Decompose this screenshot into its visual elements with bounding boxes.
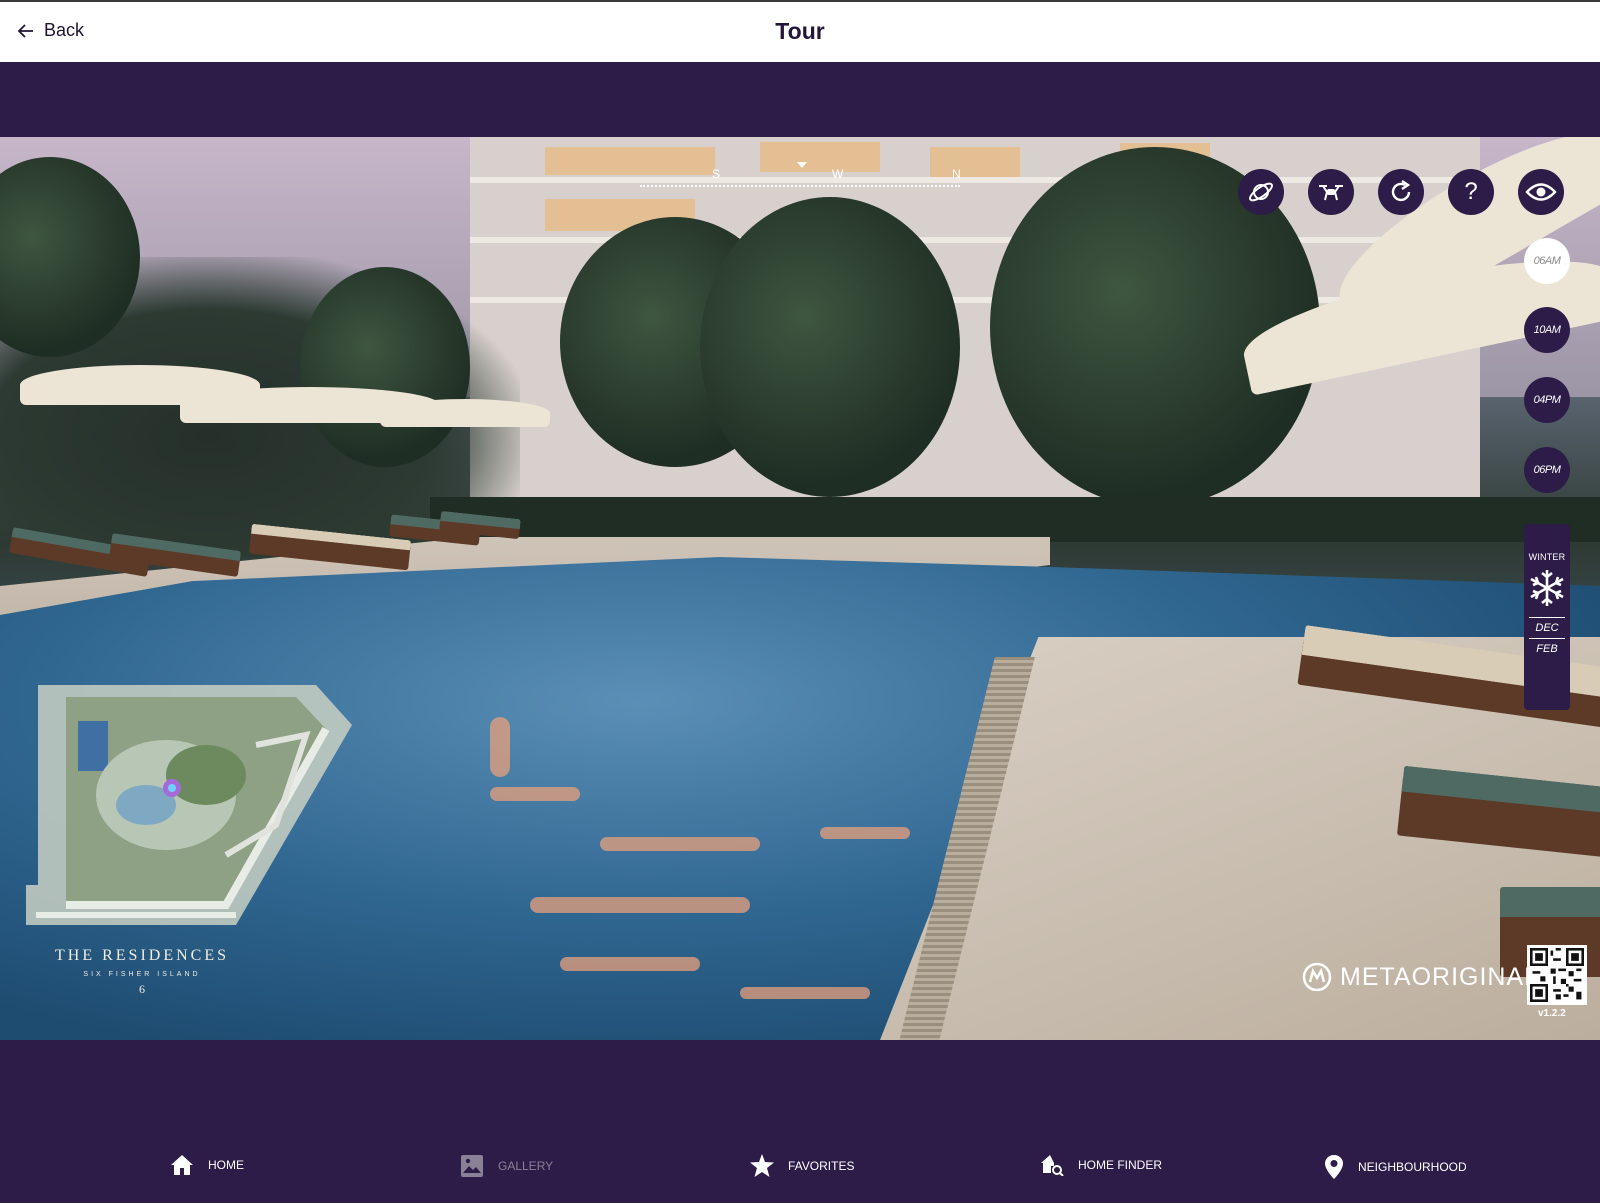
tour-viewer[interactable]: S W N ? 06AM 10AM 04PM 06PM WINTER DEC F… bbox=[0, 137, 1600, 1040]
brand-seal: 6 bbox=[139, 982, 145, 996]
nav-neighbourhood[interactable]: NEIGHBOURHOOD bbox=[1324, 1154, 1467, 1180]
top-bar: Back Tour bbox=[0, 0, 1600, 62]
nav-home-finder[interactable]: HOME FINDER bbox=[1040, 1154, 1162, 1176]
compass-marker-icon bbox=[797, 162, 807, 168]
time-06am[interactable]: 06AM bbox=[1524, 238, 1570, 284]
qr-code[interactable] bbox=[1527, 945, 1587, 1005]
brand-subtitle: SIX FISHER ISLAND bbox=[83, 971, 201, 978]
metaoriginal-icon bbox=[1302, 962, 1332, 992]
compass-strip: S W N bbox=[640, 167, 961, 187]
drone-button[interactable] bbox=[1308, 169, 1354, 215]
compass-south: S bbox=[712, 167, 721, 181]
snowflake-icon bbox=[1530, 570, 1564, 606]
season-from: DEC bbox=[1535, 622, 1559, 634]
help-icon: ? bbox=[1464, 178, 1478, 205]
top-band bbox=[0, 62, 1600, 137]
nav-neighbourhood-label: NEIGHBOURHOOD bbox=[1358, 1160, 1467, 1174]
nav-gallery-label: GALLERY bbox=[498, 1159, 554, 1173]
visibility-button[interactable] bbox=[1518, 169, 1564, 215]
nav-home-label: HOME bbox=[208, 1158, 244, 1172]
star-icon bbox=[750, 1154, 774, 1177]
time-10am[interactable]: 10AM bbox=[1524, 307, 1570, 353]
site-minimap[interactable] bbox=[26, 685, 362, 933]
season-selector[interactable]: WINTER DEC FEB bbox=[1524, 524, 1570, 710]
nav-favorites-label: FAVORITES bbox=[788, 1158, 855, 1173]
rotate-icon bbox=[1391, 180, 1411, 202]
reset-view-button[interactable] bbox=[1378, 169, 1424, 215]
nav-home-finder-label: HOME FINDER bbox=[1078, 1158, 1162, 1172]
home-finder-icon bbox=[1041, 1155, 1064, 1176]
compass-west: W bbox=[832, 167, 844, 181]
brand-name: THE RESIDENCES bbox=[55, 947, 229, 964]
nav-gallery[interactable]: GALLERY bbox=[460, 1154, 553, 1178]
home-icon bbox=[171, 1155, 193, 1175]
planet-button[interactable] bbox=[1238, 169, 1284, 215]
location-pin-icon bbox=[1325, 1155, 1343, 1179]
drone-icon bbox=[1319, 185, 1343, 201]
page-title: Tour bbox=[775, 18, 825, 44]
time-04pm[interactable]: 04PM bbox=[1524, 377, 1570, 423]
metaoriginal-logo: METAORIGINAL bbox=[1302, 962, 1539, 992]
brand-logo: THE RESIDENCES SIX FISHER ISLAND 6 bbox=[44, 947, 240, 997]
compass-north: N bbox=[952, 167, 961, 181]
help-button[interactable]: ? bbox=[1448, 169, 1494, 215]
nav-home[interactable]: HOME bbox=[170, 1154, 244, 1176]
time-06pm[interactable]: 06PM bbox=[1524, 447, 1570, 493]
season-to: FEB bbox=[1536, 643, 1558, 655]
eye-icon bbox=[1525, 183, 1557, 201]
planet-icon bbox=[1249, 182, 1273, 202]
metaoriginal-text: METAORIGINAL bbox=[1340, 962, 1540, 991]
gallery-icon bbox=[461, 1155, 483, 1177]
season-label: WINTER bbox=[1528, 552, 1566, 562]
nav-favorites[interactable]: FAVORITES bbox=[750, 1154, 854, 1177]
version-label: v1.2.2 bbox=[1538, 1008, 1566, 1019]
